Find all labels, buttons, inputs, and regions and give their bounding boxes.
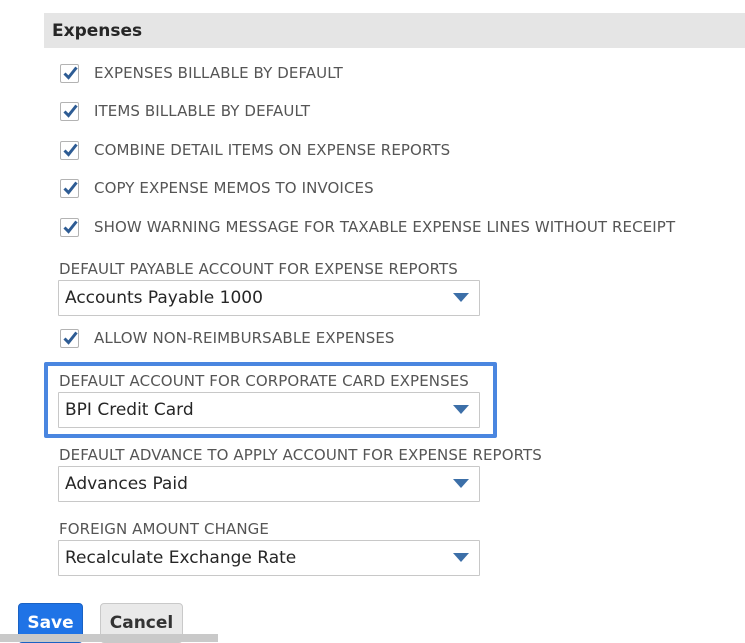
checkbox-row-expenses-billable[interactable]: EXPENSES BILLABLE BY DEFAULT — [60, 62, 343, 84]
checkbox-label: SHOW WARNING MESSAGE FOR TAXABLE EXPENSE… — [94, 218, 676, 236]
payable-account-value: Accounts Payable 1000 — [65, 288, 263, 308]
section-header: Expenses — [44, 13, 745, 48]
chevron-down-icon[interactable] — [453, 405, 469, 414]
chevron-down-icon[interactable] — [453, 479, 469, 488]
checkbox-allow-non-reimbursable[interactable] — [60, 328, 79, 348]
checkbox-row-show-warning-message[interactable]: SHOW WARNING MESSAGE FOR TAXABLE EXPENSE… — [60, 216, 675, 238]
checkmark-icon — [63, 331, 78, 345]
checkbox-combine-detail-items[interactable] — [60, 140, 79, 160]
chevron-down-icon[interactable] — [453, 553, 469, 562]
foreign-amount-select[interactable]: Recalculate Exchange Rate — [58, 540, 480, 576]
corporate-card-account-label: DEFAULT ACCOUNT FOR CORPORATE CARD EXPEN… — [59, 372, 469, 390]
checkbox-row-items-billable[interactable]: ITEMS BILLABLE BY DEFAULT — [60, 100, 310, 122]
checkbox-items-billable[interactable] — [60, 101, 79, 121]
advance-account-select[interactable]: Advances Paid — [58, 466, 480, 502]
checkbox-row-copy-expense-memos[interactable]: COPY EXPENSE MEMOS TO INVOICES — [60, 177, 374, 199]
horizontal-scrollbar[interactable] — [0, 634, 218, 642]
payable-account-label: DEFAULT PAYABLE ACCOUNT FOR EXPENSE REPO… — [59, 260, 458, 278]
checkbox-label: COPY EXPENSE MEMOS TO INVOICES — [94, 179, 374, 197]
chevron-down-icon[interactable] — [453, 293, 469, 302]
corporate-card-account-select[interactable]: BPI Credit Card — [58, 392, 480, 428]
corporate-card-account-value: BPI Credit Card — [65, 400, 194, 420]
checkbox-row-combine-detail-items[interactable]: COMBINE DETAIL ITEMS ON EXPENSE REPORTS — [60, 139, 450, 161]
checkmark-icon — [63, 181, 78, 195]
checkmark-icon — [63, 143, 78, 157]
advance-account-label: DEFAULT ADVANCE TO APPLY ACCOUNT FOR EXP… — [59, 446, 542, 464]
checkbox-label: ITEMS BILLABLE BY DEFAULT — [94, 102, 311, 120]
checkmark-icon — [63, 66, 78, 80]
checkbox-label: COMBINE DETAIL ITEMS ON EXPENSE REPORTS — [94, 141, 451, 159]
advance-account-value: Advances Paid — [65, 474, 188, 494]
checkbox-show-warning-message[interactable] — [60, 217, 79, 237]
section-title: Expenses — [52, 20, 143, 41]
checkbox-copy-expense-memos[interactable] — [60, 178, 79, 198]
payable-account-select[interactable]: Accounts Payable 1000 — [58, 280, 480, 316]
checkbox-label: ALLOW NON-REIMBURSABLE EXPENSES — [94, 329, 395, 347]
checkbox-expenses-billable[interactable] — [60, 63, 79, 83]
checkbox-label: EXPENSES BILLABLE BY DEFAULT — [94, 64, 343, 82]
foreign-amount-value: Recalculate Exchange Rate — [65, 548, 297, 568]
checkbox-row-allow-non-reimbursable[interactable]: ALLOW NON-REIMBURSABLE EXPENSES — [60, 327, 394, 349]
checkmark-icon — [63, 220, 78, 234]
checkmark-icon — [63, 104, 78, 118]
foreign-amount-label: FOREIGN AMOUNT CHANGE — [59, 520, 269, 538]
